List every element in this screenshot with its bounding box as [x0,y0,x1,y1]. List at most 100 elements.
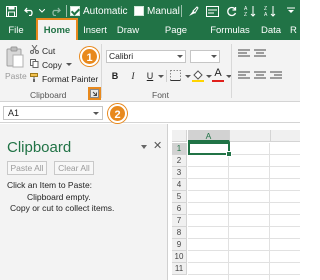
chevron-down-icon[interactable] [185,75,191,78]
copy-label: Copy [42,59,62,70]
paste-label: Paste [5,71,27,81]
row-header[interactable]: 5 [172,191,187,203]
font-name-value: Calibri [109,51,134,61]
paste-all-button[interactable]: Paste All [7,161,47,175]
autosave-toggle[interactable]: Automatic [70,3,130,19]
clipboard-instruction: Click an Item to Paste: [7,180,93,190]
dialog-launcher-icon [90,89,99,98]
paint-icon[interactable] [186,3,200,19]
save-icon[interactable] [4,3,18,19]
qat-separator [181,5,182,17]
borders-button[interactable] [170,70,182,82]
clipboard-empty-text: Clipboard empty. [27,192,91,202]
redo-icon[interactable] [48,3,62,19]
align-top-icon[interactable] [238,49,250,61]
cut-label: Cut [42,45,56,56]
pane-options-icon[interactable] [141,145,147,149]
align-left-icon[interactable] [238,71,250,83]
bold-button[interactable]: B [110,70,120,82]
font-name-combo[interactable]: Calibri [106,50,186,63]
row-header[interactable]: 7 [172,215,187,227]
customize-qat-icon[interactable] [284,3,298,19]
italic-button[interactable]: I [128,70,138,82]
cut-button[interactable]: Cut [30,44,56,56]
paste-button[interactable]: Paste [5,46,27,86]
chevron-down-icon[interactable] [65,63,72,66]
tab-page-layout[interactable]: Page Layout [150,22,202,54]
formula-bar: A1 [0,103,300,123]
fill-bucket-icon [192,70,204,82]
tab-home[interactable]: Home [36,18,78,42]
tab-insert[interactable]: Insert [80,22,110,40]
manual-toggle[interactable]: Manual [134,3,180,19]
font-size-combo[interactable] [190,50,220,63]
sync-icon[interactable] [224,3,238,19]
group-separator [101,44,102,98]
tab-file[interactable]: File [4,22,28,40]
svg-text:Z: Z [244,12,247,17]
clipboard-pane: Clipboard ✕ Paste All Clear All Click an… [0,124,168,280]
font-color-button[interactable]: A [212,68,224,83]
active-cell-a1[interactable] [188,142,232,157]
undo-dropdown-icon[interactable] [38,3,46,19]
autosave-checkbox[interactable] [70,6,80,16]
underline-dropdown-icon[interactable] [158,75,164,78]
copy-button[interactable]: Copy [30,59,72,70]
row-header[interactable]: 9 [172,239,187,251]
column-header-a[interactable]: A [188,130,230,142]
borders-icon [170,70,181,81]
row-header[interactable]: 6 [172,203,187,215]
manual-label: Manual [147,5,180,17]
qat-separator [66,5,67,17]
format-painter-icon [30,73,39,84]
tab-review[interactable]: R [290,22,300,40]
row-header[interactable]: 2 [172,155,187,167]
copy-icon [30,59,39,70]
tab-data[interactable]: Data [258,22,284,40]
scissors-icon [30,44,39,56]
undo-icon[interactable] [22,3,38,19]
column-header[interactable] [271,130,300,142]
row-header[interactable]: 4 [172,179,187,191]
step-1-callout: 1 [80,47,99,66]
font-color-letter: A [214,67,222,79]
format-painter-label: Format Painter [42,73,99,84]
tab-draw[interactable]: Draw [114,22,142,40]
sort-za-icon[interactable]: ZA [262,3,278,19]
format-icon[interactable] [204,3,220,19]
manual-checkbox[interactable] [134,6,144,16]
align-middle-icon[interactable] [254,49,266,61]
underline-button[interactable]: U [145,70,155,82]
row-header[interactable]: 1 [172,143,187,155]
select-all-corner[interactable] [172,130,187,142]
clipboard-group-label: Clipboard [30,90,67,100]
autosave-label: Automatic [83,5,128,17]
worksheet-grid[interactable]: A 1 2 3 4 5 6 7 8 9 10 11 [172,124,300,280]
clipboard-pane-title: Clipboard [7,139,72,156]
chevron-down-icon [211,55,217,58]
fill-color-button[interactable] [192,69,204,83]
clipboard-empty-hint: Copy or cut to collect items. [10,203,115,213]
close-icon[interactable]: ✕ [153,139,162,152]
cell-area[interactable] [188,143,300,280]
format-painter-button[interactable]: Format Painter [30,73,98,84]
clipboard-dialog-launcher[interactable] [88,87,101,100]
name-box[interactable]: A1 [3,106,103,120]
chevron-down-icon [177,55,183,58]
align-center-icon[interactable] [254,71,266,83]
separator [166,70,167,82]
row-header[interactable]: 10 [172,251,187,263]
row-header[interactable]: 8 [172,227,187,239]
align-right-icon[interactable] [270,71,282,83]
row-header[interactable]: 11 [172,263,187,275]
paste-icon [6,46,24,68]
font-group-label: Font [152,90,170,100]
tab-formulas[interactable]: Formulas [208,22,252,40]
name-box-value: A1 [8,108,20,118]
column-header[interactable] [230,130,271,142]
clear-all-button[interactable]: Clear All [54,161,94,175]
row-header[interactable]: 3 [172,167,187,179]
sort-az-icon[interactable]: AZ [242,3,258,19]
ribbon-home: Paste Cut Copy Format Painter Clipboard … [0,40,300,102]
step-2-callout: 2 [108,104,127,123]
